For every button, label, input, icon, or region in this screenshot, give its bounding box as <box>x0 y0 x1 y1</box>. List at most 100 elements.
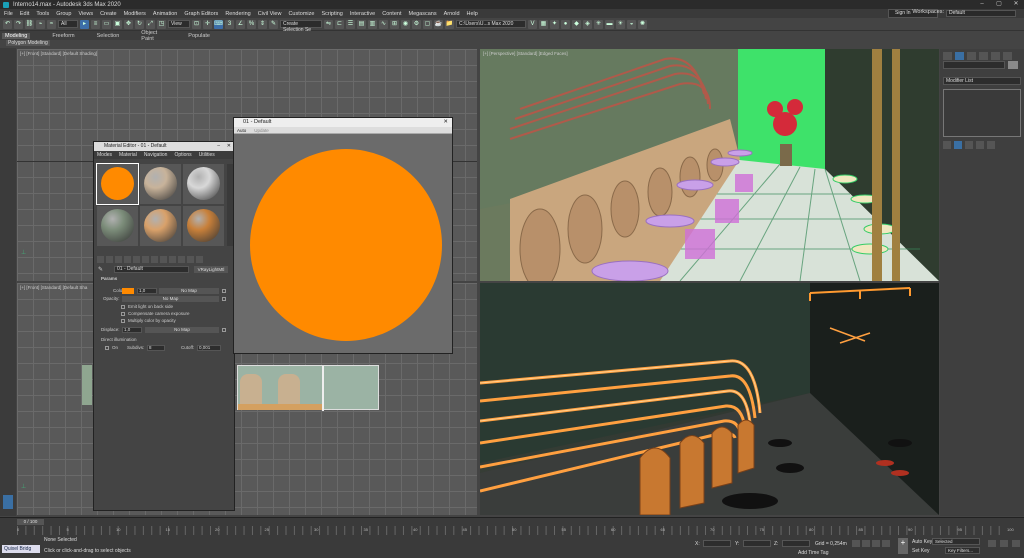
compensate-checkbox[interactable] <box>121 312 125 316</box>
opacity-map-button[interactable]: No Map <box>122 296 219 302</box>
color-map-checkbox[interactable] <box>222 289 226 293</box>
angle-snap-icon[interactable]: ∠ <box>236 19 245 29</box>
update-button[interactable]: Update <box>254 127 269 133</box>
vray-dome-icon[interactable]: ◒ <box>627 19 636 29</box>
display-tab-icon[interactable] <box>991 52 1000 60</box>
menu-civil-view[interactable]: Civil View <box>258 11 282 17</box>
menu-edit[interactable]: Edit <box>20 11 29 17</box>
opacity-map-checkbox[interactable] <box>222 297 226 301</box>
params-title[interactable]: Params <box>101 276 117 281</box>
close-button[interactable]: ✕ <box>1008 0 1024 9</box>
vray-ies-icon[interactable]: ✺ <box>638 19 647 29</box>
vray-toolbar-icon[interactable]: V <box>528 19 537 29</box>
zoom-icon[interactable] <box>988 540 996 547</box>
sample-slot[interactable] <box>96 163 139 205</box>
material-name-field[interactable]: 01 - Default <box>114 266 189 273</box>
modifier-list-dropdown[interactable]: Modifier List <box>943 77 1021 85</box>
maximize-button[interactable]: ▢ <box>991 0 1007 9</box>
modifier-stack[interactable] <box>943 89 1021 137</box>
window-crossing-icon[interactable]: ▣ <box>113 19 122 29</box>
emit-back-checkbox[interactable] <box>121 305 125 309</box>
object-name-field[interactable] <box>943 61 1005 69</box>
reference-coordinate-dropdown[interactable]: View <box>168 20 190 28</box>
align-icon[interactable]: ⊏ <box>335 19 344 29</box>
menu-help[interactable]: Help <box>467 11 478 17</box>
toggle-scene-explorer-icon[interactable]: ☰ <box>346 19 355 29</box>
rectangle-selection-icon[interactable]: ▭ <box>102 19 111 29</box>
vray-fur-icon[interactable]: ✳ <box>594 19 603 29</box>
workspace-dropdown[interactable]: Default <box>946 10 1016 17</box>
get-material-icon[interactable] <box>97 256 104 263</box>
key-filters-button[interactable]: Key Filters... <box>945 547 980 554</box>
select-manipulate-icon[interactable]: ✛ <box>203 19 212 29</box>
sample-slot[interactable] <box>97 206 138 246</box>
cutoff-field[interactable]: 0,001 <box>197 345 221 351</box>
make-unique-icon[interactable] <box>142 256 149 263</box>
viewport-perspective[interactable]: [+] [Perspective] [Standard] [Edged Face… <box>480 49 939 281</box>
next-frame-icon[interactable] <box>882 540 890 547</box>
menu-rendering[interactable]: Rendering <box>225 11 250 17</box>
menu-tools[interactable]: Tools <box>36 11 49 17</box>
pan-icon[interactable] <box>1000 540 1008 547</box>
edit-named-selection-icon[interactable]: ✎ <box>269 19 278 29</box>
viewport-label-left[interactable]: [+] [Front] [Standard] [Default Sha <box>20 285 87 290</box>
auto-key-button[interactable]: Auto Key <box>912 539 932 545</box>
keyboard-shortcut-override-icon[interactable]: ⌨ <box>214 19 223 29</box>
rendered-frame-window-icon[interactable]: ▢ <box>423 19 432 29</box>
hierarchy-tab-icon[interactable] <box>967 52 976 60</box>
material-id-icon[interactable] <box>160 256 167 263</box>
render-production-icon[interactable]: ☕ <box>434 19 443 29</box>
make-unique-icon[interactable] <box>965 141 973 149</box>
viewport-label-perspective[interactable]: [+] [Perspective] [Standard] [Edged Face… <box>483 51 568 56</box>
viewport-camera[interactable] <box>480 283 939 515</box>
menu-material[interactable]: Material <box>119 151 137 159</box>
mirror-icon[interactable]: ⇋ <box>324 19 333 29</box>
select-move-icon[interactable]: ✥ <box>124 19 133 29</box>
viewport-label-front[interactable]: [+] [Front] [Standard] [Default Shading] <box>20 51 97 56</box>
add-time-tag[interactable]: Add Time Tag <box>798 550 828 556</box>
menu-content[interactable]: Content <box>382 11 401 17</box>
pin-stack-icon[interactable] <box>943 141 951 149</box>
orbit-icon[interactable] <box>1012 540 1020 547</box>
vray-plane-icon[interactable]: ▬ <box>605 19 614 29</box>
undo-icon[interactable]: ↶ <box>3 19 12 29</box>
displace-map-checkbox[interactable] <box>222 328 226 332</box>
schematic-view-icon[interactable]: ⊞ <box>390 19 399 29</box>
spinner-snap-icon[interactable]: ⇕ <box>258 19 267 29</box>
go-to-start-icon[interactable] <box>852 540 860 547</box>
menu-customize[interactable]: Customize <box>288 11 314 17</box>
material-editor-icon[interactable]: ◉ <box>401 19 410 29</box>
color-map-button[interactable]: No Map <box>159 288 219 294</box>
show-end-result-icon[interactable] <box>954 141 962 149</box>
project-path-field[interactable]: C:\Users\U...s Max 2020 <box>456 20 526 28</box>
named-selection-dropdown[interactable]: Create Selection Se <box>280 20 322 33</box>
select-scale-icon[interactable]: ⤢ <box>146 19 155 29</box>
minimize-button[interactable]: – <box>974 0 990 9</box>
go-forward-icon[interactable] <box>196 256 203 263</box>
menu-graph-editors[interactable]: Graph Editors <box>184 11 218 17</box>
eyedropper-icon[interactable]: ✎ <box>98 266 103 273</box>
menu-scripting[interactable]: Scripting <box>321 11 342 17</box>
object-color-swatch[interactable] <box>1008 61 1018 69</box>
put-to-scene-icon[interactable] <box>106 256 113 263</box>
menu-views[interactable]: Views <box>79 11 94 17</box>
close-button[interactable]: ✕ <box>227 142 231 151</box>
direct-illumination-title[interactable]: Direct illumination <box>101 337 137 342</box>
placement-icon[interactable]: ◳ <box>157 19 166 29</box>
vray-sphere-icon[interactable]: ● <box>561 19 570 29</box>
menu-create[interactable]: Create <box>100 11 117 17</box>
select-object-icon[interactable]: ▸ <box>80 19 89 29</box>
ribbon-tab-populate[interactable]: Populate <box>188 33 210 39</box>
vray-sun-icon[interactable]: ☀ <box>616 19 625 29</box>
motion-tab-icon[interactable] <box>979 52 988 60</box>
bind-space-warp-icon[interactable]: ≈ <box>47 19 56 29</box>
curve-editor-icon[interactable]: ∿ <box>379 19 388 29</box>
menu-interactive[interactable]: Interactive <box>350 11 375 17</box>
menu-animation[interactable]: Animation <box>153 11 177 17</box>
maxscript-listener[interactable]: Quixel Bridg <box>2 545 40 553</box>
menu-group[interactable]: Group <box>56 11 71 17</box>
create-tab-icon[interactable] <box>943 52 952 60</box>
material-type-button[interactable]: VRayLightMtl <box>194 266 228 273</box>
menu-options[interactable]: Options <box>174 151 191 159</box>
assign-to-selection-icon[interactable] <box>115 256 122 263</box>
